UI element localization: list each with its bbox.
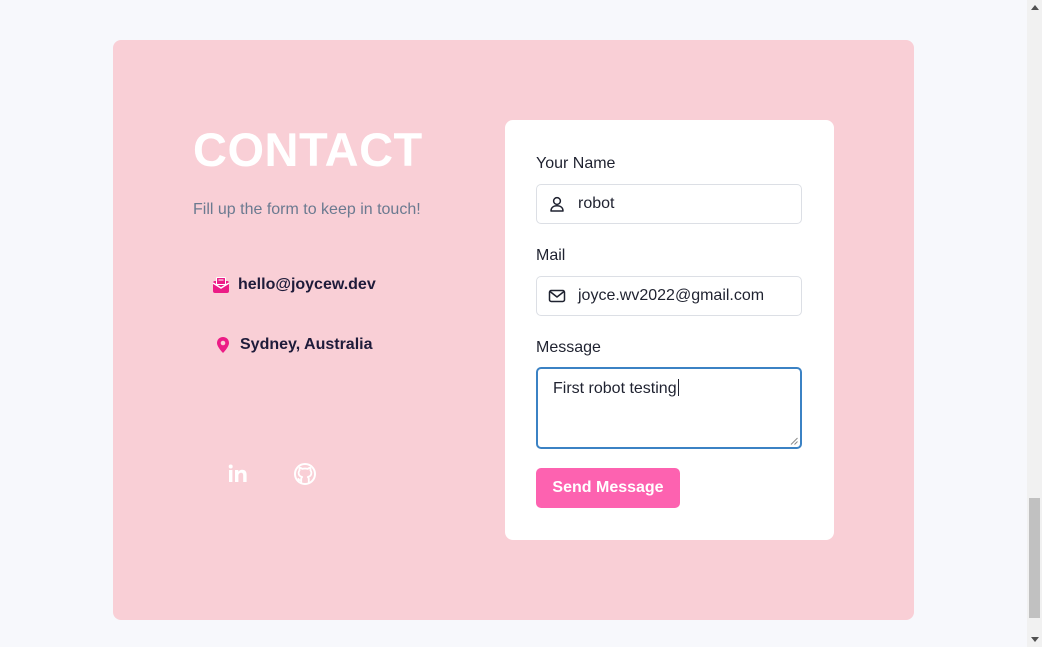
mail-label: Mail <box>536 247 566 264</box>
vertical-scrollbar[interactable] <box>1027 0 1042 647</box>
name-input-value: robot <box>578 195 615 212</box>
map-pin-icon <box>217 337 229 353</box>
linkedin-icon[interactable] <box>225 461 251 487</box>
mail-open-icon <box>212 277 230 293</box>
mail-input[interactable]: joyce.wv2022@gmail.com <box>536 276 802 316</box>
contact-form: Your Name robot Mail joyce.wv2022@gmail.… <box>505 120 834 540</box>
resize-handle-icon[interactable] <box>790 437 798 445</box>
contact-subtitle: Fill up the form to keep in touch! <box>193 201 421 218</box>
send-message-button[interactable]: Send Message <box>536 468 680 508</box>
message-textarea[interactable]: First robot testing <box>536 367 802 449</box>
scrollbar-thumb[interactable] <box>1029 498 1040 618</box>
contact-heading: CONTACT <box>193 123 423 176</box>
name-input[interactable]: robot <box>536 184 802 224</box>
message-textarea-value: First robot testing <box>553 379 679 398</box>
contact-email-text: hello@joycew.dev <box>238 276 376 293</box>
name-label: Your Name <box>536 155 616 172</box>
envelope-icon <box>548 289 566 303</box>
text-caret <box>677 379 679 396</box>
mail-input-value: joyce.wv2022@gmail.com <box>578 287 765 304</box>
contact-location-text: Sydney, Australia <box>240 336 373 353</box>
user-icon <box>550 196 564 212</box>
github-icon[interactable] <box>292 461 318 487</box>
message-label: Message <box>536 339 601 356</box>
scroll-up-arrow-icon[interactable] <box>1031 5 1039 10</box>
scroll-down-arrow-icon[interactable] <box>1031 637 1039 642</box>
page: CONTACT Fill up the form to keep in touc… <box>0 0 1027 647</box>
message-text: First robot testing <box>553 380 677 397</box>
contact-email: hello@joycew.dev <box>212 276 376 294</box>
contact-location: Sydney, Australia <box>214 336 373 354</box>
contact-section: CONTACT Fill up the form to keep in touc… <box>113 40 914 620</box>
